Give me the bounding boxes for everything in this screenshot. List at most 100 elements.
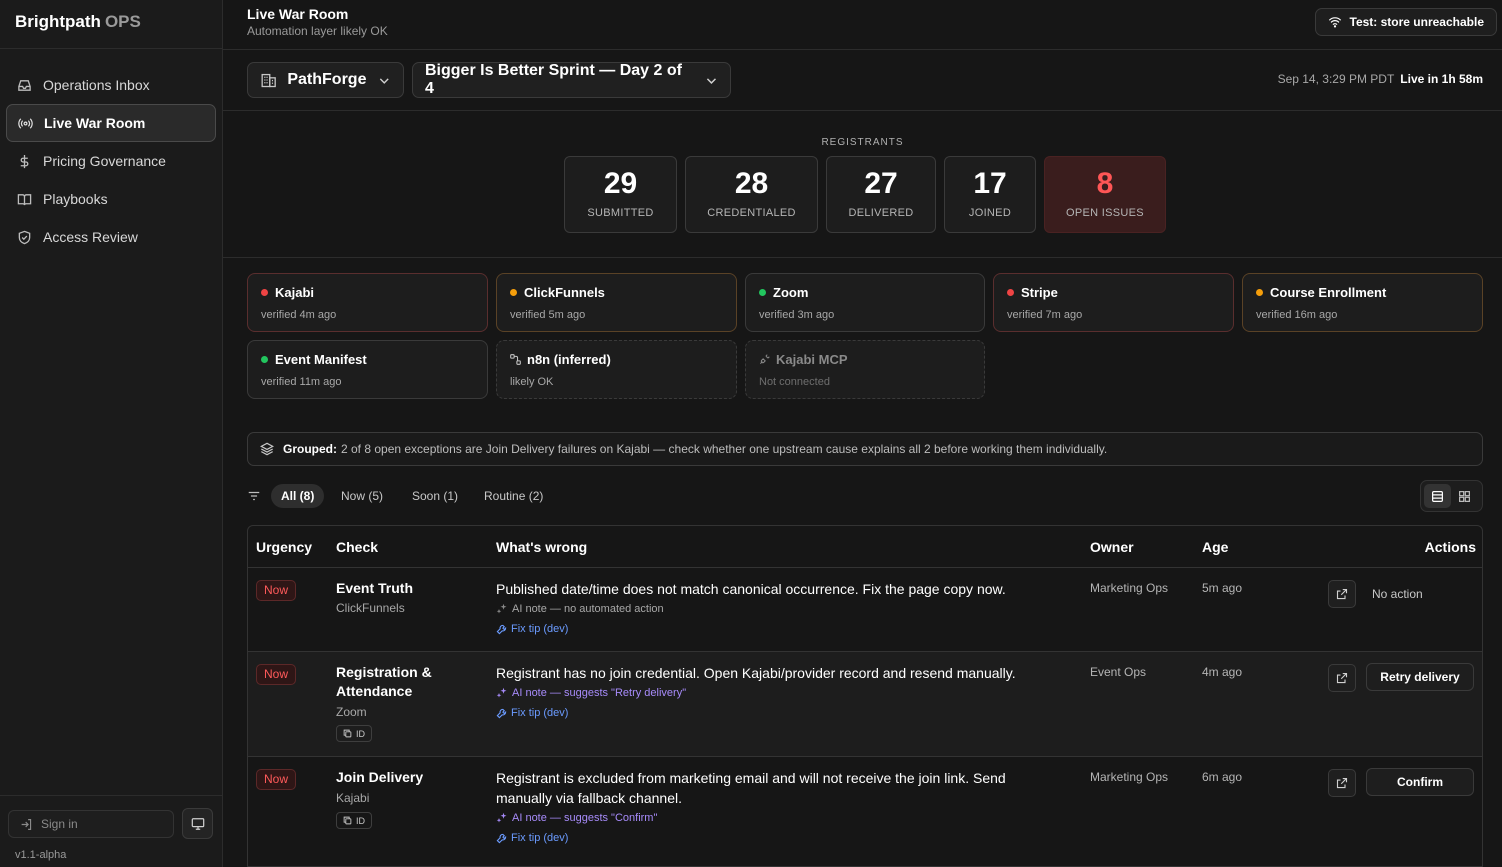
sparkle-icon bbox=[496, 687, 507, 698]
login-icon bbox=[21, 818, 32, 830]
fix-tip-text: Fix tip (dev) bbox=[511, 623, 569, 635]
fix-tip-link[interactable]: Fix tip (dev) bbox=[496, 832, 568, 844]
integration-card-zoom[interactable]: Zoom verified 3m ago bbox=[745, 273, 985, 332]
sidebar-item-label: Pricing Governance bbox=[43, 153, 166, 169]
id-label: ID bbox=[356, 728, 365, 739]
copy-icon bbox=[343, 816, 352, 825]
live-countdown: Live in 1h 58m bbox=[1400, 72, 1483, 86]
sidebar-item-operations-inbox[interactable]: Operations Inbox bbox=[6, 66, 216, 104]
org-selector-label: PathForge bbox=[287, 71, 367, 88]
integration-card-n8n[interactable]: n8n (inferred) likely OK bbox=[496, 340, 737, 399]
integration-card-event-manifest[interactable]: Event Manifest verified 11m ago bbox=[247, 340, 488, 399]
urgency-badge: Now bbox=[256, 664, 297, 685]
external-link-icon bbox=[1336, 588, 1348, 600]
filter-tab-now[interactable]: Now (5) bbox=[331, 484, 393, 508]
sidebar-item-pricing-governance[interactable]: Pricing Governance bbox=[6, 142, 216, 180]
book-icon bbox=[16, 191, 32, 207]
integration-name: Course Enrollment bbox=[1270, 285, 1387, 300]
grouped-text: 2 of 8 open exceptions are Join Delivery… bbox=[341, 442, 1108, 456]
retry-delivery-button[interactable]: Retry delivery bbox=[1366, 663, 1474, 691]
list-view-button[interactable] bbox=[1424, 484, 1451, 508]
table-header: Urgency Check What's wrong Owner Age Act… bbox=[248, 526, 1482, 568]
sign-in-label: Sign in bbox=[41, 817, 78, 831]
copy-icon bbox=[343, 729, 352, 738]
integration-name: Kajabi bbox=[275, 285, 315, 300]
col-header-check: Check bbox=[336, 539, 379, 555]
integration-card-kajabi-mcp[interactable]: Kajabi MCP Not connected bbox=[745, 340, 985, 399]
sidebar-item-access-review[interactable]: Access Review bbox=[6, 218, 216, 256]
sign-in-button[interactable]: Sign in bbox=[8, 810, 174, 838]
external-link-icon bbox=[1336, 672, 1348, 684]
issue-description: Registrant is excluded from marketing em… bbox=[496, 770, 1006, 806]
ai-note: AI note — no automated action bbox=[496, 603, 664, 615]
check-source: ClickFunnels bbox=[336, 601, 405, 615]
open-external-button[interactable] bbox=[1328, 769, 1356, 797]
fix-tip-link[interactable]: Fix tip (dev) bbox=[496, 707, 568, 719]
col-header-whats-wrong: What's wrong bbox=[496, 539, 588, 555]
sidebar: Brightpath OPS Operations Inbox Live War … bbox=[0, 0, 223, 867]
shield-icon bbox=[16, 229, 32, 245]
integration-card-stripe[interactable]: Stripe verified 7m ago bbox=[993, 273, 1234, 332]
integration-name: ClickFunnels bbox=[524, 285, 605, 300]
stat-delivered[interactable]: 27 DELIVERED bbox=[826, 156, 936, 233]
ai-note: AI note — suggests "Confirm" bbox=[496, 812, 657, 824]
wrench-icon bbox=[496, 833, 507, 843]
col-header-age: Age bbox=[1202, 539, 1229, 555]
ai-note-text: AI note — suggests "Confirm" bbox=[512, 812, 658, 824]
integration-card-kajabi[interactable]: Kajabi verified 4m ago bbox=[247, 273, 488, 332]
test-store-unreachable-button[interactable]: Test: store unreachable bbox=[1314, 8, 1497, 36]
table-row[interactable]: Now Registration & Attendance Zoom ID Re… bbox=[248, 652, 1482, 757]
event-selector[interactable]: Bigger Is Better Sprint — Day 2 of 4 bbox=[412, 62, 731, 98]
display-toggle-button[interactable] bbox=[182, 808, 213, 839]
sidebar-item-label: Live War Room bbox=[44, 115, 146, 131]
status-dot-amber bbox=[510, 289, 517, 296]
check-title: Event Truth bbox=[336, 580, 414, 596]
filter-row: All (8) Now (5) Soon (1) Routine (2) bbox=[247, 480, 1483, 512]
integration-status: verified 4m ago bbox=[261, 309, 337, 321]
integration-card-clickfunnels[interactable]: ClickFunnels verified 5m ago bbox=[496, 273, 737, 332]
integration-name: n8n (inferred) bbox=[527, 352, 611, 367]
copy-id-button[interactable]: ID bbox=[336, 725, 372, 742]
table-row[interactable]: Now Event Truth ClickFunnels Published d… bbox=[248, 568, 1482, 652]
grid-view-button[interactable] bbox=[1451, 484, 1478, 508]
open-external-button[interactable] bbox=[1328, 664, 1356, 692]
org-selector[interactable]: PathForge bbox=[247, 62, 404, 98]
table-row[interactable]: Now Join Delivery Kajabi ID Registrant i… bbox=[248, 757, 1482, 867]
monitor-icon bbox=[191, 817, 204, 830]
integration-name: Kajabi MCP bbox=[776, 352, 848, 367]
stat-submitted[interactable]: 29 SUBMITTED bbox=[564, 156, 677, 233]
store-button-label: Test: store unreachable bbox=[1349, 15, 1484, 29]
filter-icon[interactable] bbox=[247, 489, 261, 503]
check-source: Zoom bbox=[336, 705, 367, 719]
topbar: Live War Room Automation layer likely OK… bbox=[223, 0, 1502, 50]
building-icon bbox=[261, 73, 276, 88]
filter-tab-soon[interactable]: Soon (1) bbox=[402, 484, 468, 508]
filter-tab-routine[interactable]: Routine (2) bbox=[474, 484, 553, 508]
integration-status: verified 16m ago bbox=[1256, 309, 1338, 321]
chevron-down-icon bbox=[380, 77, 390, 84]
check-source: Kajabi bbox=[336, 791, 370, 805]
no-action-label: No action bbox=[1372, 587, 1423, 601]
sidebar-item-label: Access Review bbox=[43, 229, 138, 245]
stat-open-issues[interactable]: 8 OPEN ISSUES bbox=[1044, 156, 1166, 233]
brand-logo[interactable]: Brightpath OPS bbox=[0, 0, 222, 49]
open-external-button[interactable] bbox=[1328, 580, 1356, 608]
stat-joined[interactable]: 17 JOINED bbox=[944, 156, 1036, 233]
fix-tip-link[interactable]: Fix tip (dev) bbox=[496, 623, 568, 635]
stat-value: 8 bbox=[1096, 167, 1114, 200]
stat-value: 29 bbox=[603, 167, 638, 200]
stat-value: 27 bbox=[864, 167, 898, 200]
filter-tab-all[interactable]: All (8) bbox=[271, 484, 325, 508]
wifi-icon bbox=[1328, 17, 1341, 28]
confirm-button[interactable]: Confirm bbox=[1366, 768, 1474, 796]
copy-id-button[interactable]: ID bbox=[336, 812, 372, 829]
sidebar-item-playbooks[interactable]: Playbooks bbox=[6, 180, 216, 218]
fix-tip-text: Fix tip (dev) bbox=[511, 707, 569, 719]
stat-label: SUBMITTED bbox=[587, 207, 654, 219]
stat-label: JOINED bbox=[968, 207, 1012, 219]
integration-status: verified 7m ago bbox=[1007, 309, 1083, 321]
sidebar-item-live-war-room[interactable]: Live War Room bbox=[6, 104, 216, 142]
event-selector-label: Bigger Is Better Sprint — Day 2 of 4 bbox=[425, 62, 682, 97]
integration-card-course-enrollment[interactable]: Course Enrollment verified 16m ago bbox=[1242, 273, 1483, 332]
stat-credentialed[interactable]: 28 CREDENTIALED bbox=[685, 156, 818, 233]
